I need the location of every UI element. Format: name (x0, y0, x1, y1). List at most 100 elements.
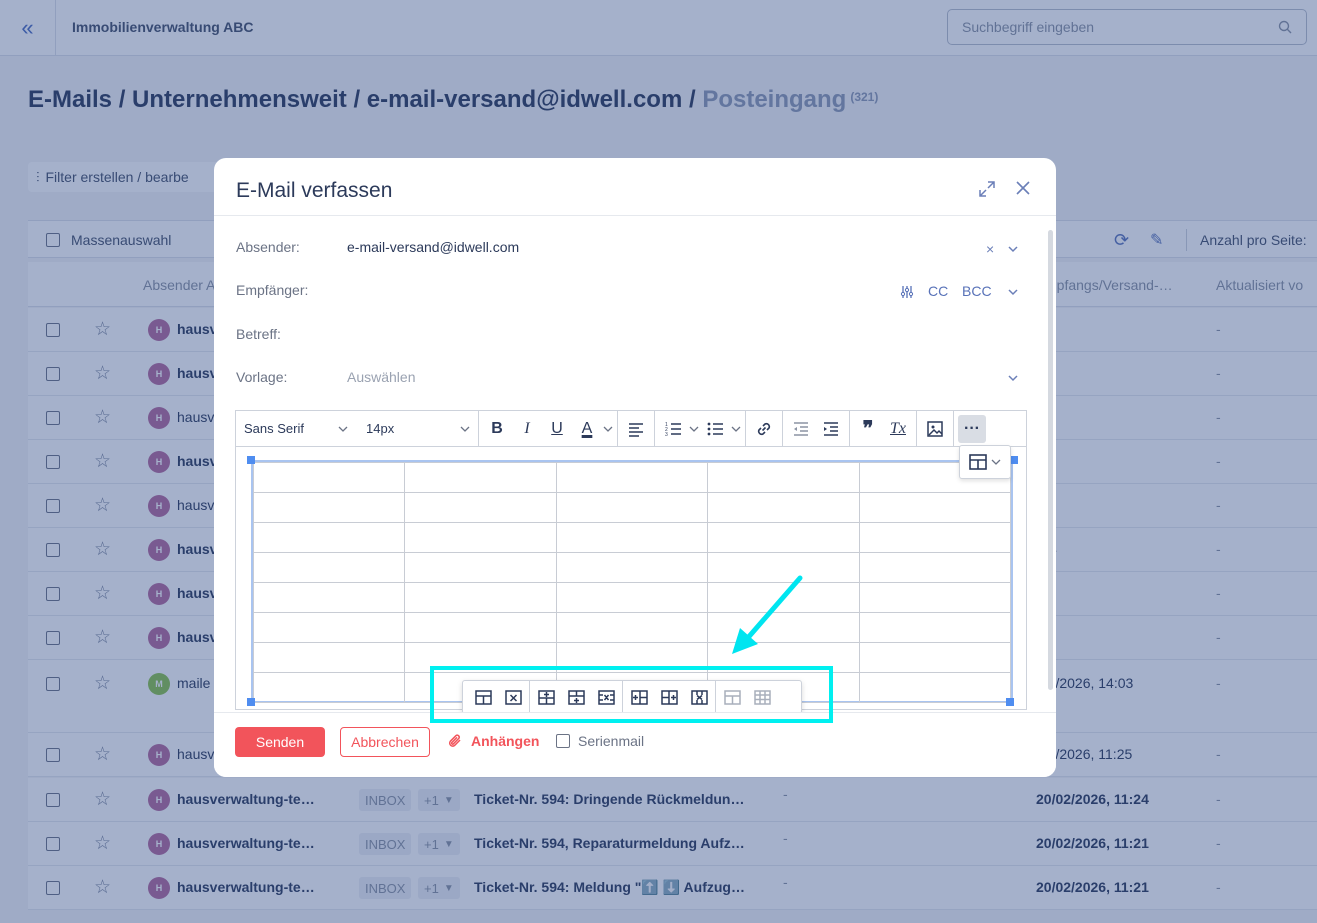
chevron-down-icon[interactable] (731, 424, 741, 434)
table-cell[interactable] (404, 492, 557, 523)
quote-button[interactable]: ❞ (854, 415, 882, 443)
subject-label: Betreff: (236, 326, 281, 342)
chevron-down-icon[interactable] (1007, 372, 1019, 384)
table-cell[interactable] (252, 552, 406, 583)
table-cell[interactable] (404, 582, 557, 613)
bold-button[interactable]: B (483, 415, 511, 443)
table-cell[interactable] (858, 522, 1012, 553)
table-cell[interactable] (404, 552, 557, 583)
link-button[interactable] (750, 415, 778, 443)
serial-mail-label: Serienmail (578, 733, 645, 749)
ordered-list-icon: 123 (665, 422, 681, 438)
font-family-value: Sans Serif (244, 421, 304, 436)
svg-text:3: 3 (665, 432, 668, 438)
table-cell[interactable] (555, 522, 709, 553)
annotation-highlight-box (430, 666, 833, 723)
serial-mail-toggle[interactable]: Serienmail (556, 733, 644, 749)
resize-handle[interactable] (247, 456, 255, 464)
dialog-header: E-Mail verfassen (214, 158, 1056, 216)
chevron-down-icon (338, 426, 348, 432)
template-select[interactable]: Auswählen (347, 369, 416, 385)
resize-handle[interactable] (1006, 698, 1014, 706)
chevron-down-icon[interactable] (1007, 243, 1019, 255)
table-cell[interactable] (555, 612, 709, 643)
chevron-down-icon[interactable] (603, 424, 613, 434)
table-cell[interactable] (858, 582, 1012, 613)
sender-label: Absender: (236, 239, 300, 255)
table-row (252, 492, 1012, 523)
outdent-button[interactable] (787, 415, 815, 443)
cc-button[interactable]: CC (928, 283, 948, 299)
table-cell[interactable] (252, 642, 406, 673)
table-cell[interactable] (858, 492, 1012, 523)
table-cell[interactable] (555, 582, 709, 613)
table-cell[interactable] (252, 492, 406, 523)
clear-format-button[interactable]: Tx (884, 415, 912, 443)
table-cell[interactable] (404, 522, 557, 553)
bullet-list-button[interactable] (701, 415, 729, 443)
table-cell[interactable] (252, 582, 406, 613)
attach-button[interactable]: Anhängen (447, 733, 539, 749)
paperclip-icon (448, 734, 461, 747)
italic-button[interactable]: I (513, 415, 541, 443)
chevron-down-icon[interactable] (1007, 286, 1019, 298)
image-icon (927, 420, 943, 437)
chevron-down-icon (991, 459, 1001, 465)
table-cell[interactable] (404, 462, 557, 493)
attach-label: Anhängen (471, 733, 540, 749)
underline-button[interactable]: U (543, 415, 571, 443)
font-size-value: 14px (366, 421, 395, 436)
clear-sender-icon[interactable]: × (986, 241, 994, 257)
resize-handle[interactable] (1010, 456, 1018, 464)
close-icon[interactable] (1015, 180, 1031, 196)
table-cell[interactable] (858, 672, 1012, 703)
indent-icon (824, 421, 838, 436)
resize-handle[interactable] (247, 698, 255, 706)
indent-button[interactable] (817, 415, 845, 443)
table-cell[interactable] (252, 672, 406, 703)
table-cell[interactable] (707, 492, 860, 523)
recipient-label: Empfänger: (236, 282, 309, 298)
ordered-list-button[interactable]: 123 (659, 415, 687, 443)
image-button[interactable] (921, 415, 949, 443)
table-cell[interactable] (858, 612, 1012, 643)
chevron-down-icon (460, 426, 470, 432)
font-size-select[interactable]: 14px (358, 411, 478, 447)
send-button[interactable]: Senden (235, 727, 325, 757)
text-color-button[interactable]: A (573, 415, 601, 443)
link-icon (757, 422, 771, 435)
table-icon (969, 454, 987, 470)
bullet-list-icon (707, 422, 723, 435)
table-cell[interactable] (707, 522, 860, 553)
cancel-button[interactable]: Abbrechen (340, 727, 430, 757)
dialog-scrollbar[interactable] (1048, 230, 1053, 690)
table-row (252, 462, 1012, 493)
serial-mail-checkbox[interactable] (556, 734, 570, 748)
outdent-icon (794, 421, 808, 436)
table-cell[interactable] (858, 552, 1012, 583)
table-cell[interactable] (555, 462, 709, 493)
sender-select[interactable]: e-mail-versand@idwell.com (347, 239, 519, 255)
table-cell[interactable] (404, 612, 557, 643)
font-family-select[interactable]: Sans Serif (236, 411, 356, 447)
expand-icon[interactable] (978, 180, 996, 198)
table-cell[interactable] (252, 522, 406, 553)
chevron-down-icon[interactable] (689, 424, 699, 434)
annotation-arrow-icon (732, 575, 803, 654)
table-row (252, 612, 1012, 643)
table-row (252, 552, 1012, 583)
table-menu-button[interactable] (959, 445, 1011, 479)
editor-toolbar: Sans Serif 14px B I U A 1 2 3 ❞ Tx ··· (236, 410, 1026, 447)
align-left-button[interactable] (622, 415, 650, 443)
table-cell[interactable] (555, 552, 709, 583)
more-options-button[interactable]: ··· (958, 414, 986, 443)
table-cell[interactable] (707, 462, 860, 493)
rich-text-editor: Sans Serif 14px B I U A 1 2 3 ❞ Tx ··· (235, 410, 1027, 710)
table-row (252, 582, 1012, 613)
table-cell[interactable] (555, 492, 709, 523)
table-cell[interactable] (858, 642, 1012, 673)
filter-icon[interactable] (900, 285, 914, 299)
bcc-button[interactable]: BCC (962, 283, 992, 299)
table-cell[interactable] (252, 612, 406, 643)
table-cell[interactable] (252, 462, 406, 493)
